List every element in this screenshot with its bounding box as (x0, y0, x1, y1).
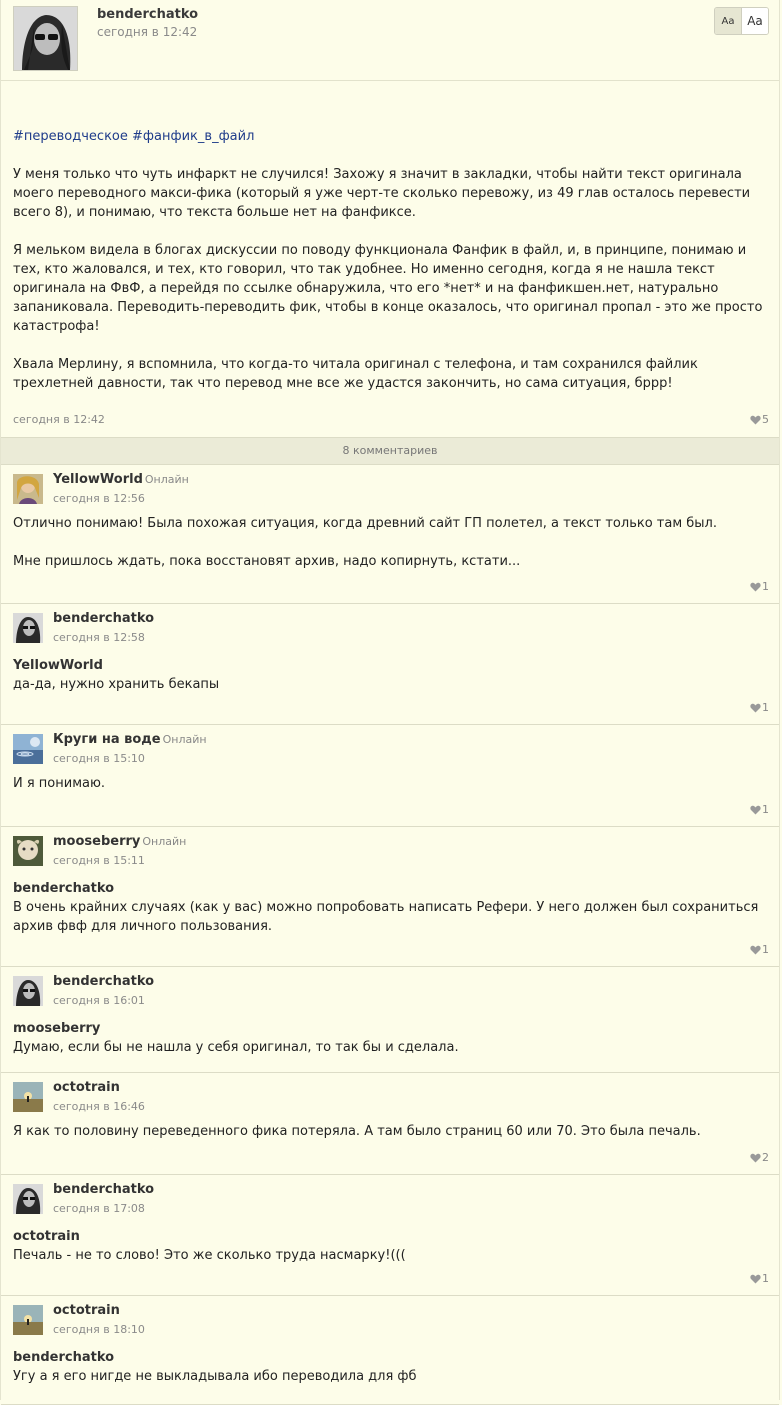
reply-to-link[interactable]: YellowWorld (13, 656, 767, 675)
comment-date: сегодня в 17:08 (53, 1202, 145, 1215)
font-large-button[interactable]: Aa (741, 8, 768, 34)
comments-count-bar[interactable]: 8 комментариев (1, 437, 779, 465)
font-size-switch: Aa Aa (714, 7, 769, 35)
post-like-button[interactable]: 5 (750, 413, 769, 426)
reply-to-link[interactable]: benderchatko (13, 879, 767, 898)
comments-list: YellowWorld Онлайн сегодня в 12:56 Отлично … (1, 465, 779, 1405)
comment-body: YellowWorld да-да, нужно хранить бекапы (13, 656, 767, 694)
post-date: сегодня в 12:42 (97, 25, 198, 39)
tag-link[interactable]: #фанфик_в_файл (132, 129, 254, 144)
heart-icon (750, 945, 761, 955)
comment-date: сегодня в 12:58 (53, 631, 145, 644)
post-tags: #переводческое #фанфик_в_файл (13, 127, 767, 146)
reply-to-link[interactable]: mooseberry (13, 1019, 767, 1038)
comment-date: сегодня в 12:56 (53, 492, 145, 505)
post-footer-date: сегодня в 12:42 (13, 413, 105, 426)
comment-body: benderchatko Угу а я его нигде не выклады… (13, 1348, 767, 1386)
comment-avatar[interactable] (13, 976, 43, 1006)
comment-like-button[interactable]: 2 (750, 1151, 769, 1164)
comment-body: Отлично понимаю! Была похожая ситуация, … (13, 514, 767, 571)
post-like-count: 5 (762, 413, 769, 426)
comment-text: Угу а я его нигде не выкладывала ибо пер… (13, 1369, 417, 1384)
comment-item: benderchatko сегодня в 17:08 octotrain Печа… (1, 1175, 779, 1296)
comment-author[interactable]: benderchatko (53, 974, 154, 989)
comment-text: Мне пришлось ждать, пока восстановят арх… (13, 554, 521, 569)
comment-item: mooseberry Онлайн сегодня в 15:11 bendercha… (1, 827, 779, 967)
comment-like-count: 1 (762, 580, 769, 593)
comment-item: benderchatko сегодня в 16:01 mooseberry Дум… (1, 967, 779, 1073)
comment-like-button[interactable]: 1 (750, 1272, 769, 1285)
online-status: Онлайн (142, 835, 187, 848)
comment-like-button[interactable]: 1 (750, 701, 769, 714)
comment-avatar[interactable] (13, 734, 43, 764)
tag-link[interactable]: #переводческое (13, 129, 128, 144)
comment-like-button[interactable]: 1 (750, 943, 769, 956)
comment-date: сегодня в 16:01 (53, 994, 145, 1007)
heart-icon (750, 1274, 761, 1284)
comment-text: Печаль - не то слово! Это же сколько тру… (13, 1248, 406, 1263)
comment-text: да-да, нужно хранить бекапы (13, 677, 220, 692)
comment-author[interactable]: mooseberry Онлайн (53, 834, 186, 849)
comment-avatar[interactable] (13, 1305, 43, 1335)
comment-author[interactable]: YellowWorld Онлайн (53, 472, 189, 487)
comment-text: И я понимаю. (13, 776, 106, 791)
heart-icon (750, 582, 761, 592)
online-status: Онлайн (144, 473, 189, 486)
reply-to-link[interactable]: benderchatko (13, 1348, 767, 1367)
comment-text: Я как то половину переведенного фика пот… (13, 1124, 701, 1139)
comment-text: Отлично понимаю! Была похожая ситуация, … (13, 516, 717, 531)
comment-author[interactable]: benderchatko (53, 1182, 154, 1197)
comment-body: octotrain Печаль - не то слово! Это же ск… (13, 1227, 767, 1265)
heart-icon (750, 805, 761, 815)
comment-text: В очень крайних случаях (как у вас) можн… (13, 900, 759, 934)
post-paragraph: Я мельком видела в блогах дискуссии по п… (13, 243, 763, 334)
comment-avatar[interactable] (13, 613, 43, 643)
comment-item: Круги на воде Онлайн сегодня в 15:10 И я по… (1, 725, 779, 827)
comment-avatar[interactable] (13, 1184, 43, 1214)
comment-date: сегодня в 15:11 (53, 854, 145, 867)
blog-post-page: benderchatko сегодня в 12:42 Aa Aa #пере… (0, 0, 780, 1405)
comment-like-count: 1 (762, 701, 769, 714)
comment-avatar[interactable] (13, 836, 43, 866)
heart-icon (750, 703, 761, 713)
comment-author[interactable]: octotrain (53, 1303, 120, 1318)
comment-date: сегодня в 15:10 (53, 752, 145, 765)
comment-author[interactable]: octotrain (53, 1080, 120, 1095)
author-avatar[interactable] (13, 6, 78, 71)
reply-to-link[interactable]: octotrain (13, 1227, 767, 1246)
comment-item: benderchatko сегодня в 12:58 YellowWorld да… (1, 604, 779, 725)
comment-item: YellowWorld Онлайн сегодня в 12:56 Отлично … (1, 465, 779, 604)
font-small-button[interactable]: Aa (715, 8, 741, 34)
comment-avatar[interactable] (13, 1082, 43, 1112)
comment-like-count: 1 (762, 943, 769, 956)
heart-icon (750, 1153, 761, 1163)
comment-like-count: 2 (762, 1151, 769, 1164)
post-body: #переводческое #фанфик_в_файл У меня тол… (1, 127, 779, 393)
post-author[interactable]: benderchatko (97, 7, 198, 22)
post-paragraph: У меня только что чуть инфаркт не случил… (13, 167, 751, 220)
comment-body: benderchatko В очень крайних случаях (как… (13, 879, 767, 936)
post-footer: сегодня в 12:42 5 (1, 407, 779, 437)
comment-like-count: 1 (762, 803, 769, 816)
comment-text: Думаю, если бы не нашла у себя оригинал,… (13, 1040, 459, 1055)
comment-avatar[interactable] (13, 474, 43, 504)
comment-body: Я как то половину переведенного фика пот… (13, 1122, 767, 1141)
post-paragraph: Хвала Мерлину, я вспомнила, что когда-то… (13, 357, 698, 391)
heart-icon (750, 415, 761, 425)
online-status: Онлайн (162, 733, 207, 746)
comment-like-count: 1 (762, 1272, 769, 1285)
comment-date: сегодня в 16:46 (53, 1100, 145, 1113)
comment-like-button[interactable]: 1 (750, 580, 769, 593)
comment-body: И я понимаю. (13, 774, 767, 793)
comment-date: сегодня в 18:10 (53, 1323, 145, 1336)
comment-like-button[interactable]: 1 (750, 803, 769, 816)
comment-item: octotrain сегодня в 18:10 benderchatko Угу … (1, 1296, 779, 1405)
comment-author[interactable]: Круги на воде Онлайн (53, 732, 207, 747)
comment-author[interactable]: benderchatko (53, 611, 154, 626)
comment-body: mooseberry Думаю, если бы не нашла у себя… (13, 1019, 767, 1057)
post-header: benderchatko сегодня в 12:42 Aa Aa (1, 0, 779, 81)
comment-item: octotrain сегодня в 16:46 Я как то половин… (1, 1073, 779, 1175)
